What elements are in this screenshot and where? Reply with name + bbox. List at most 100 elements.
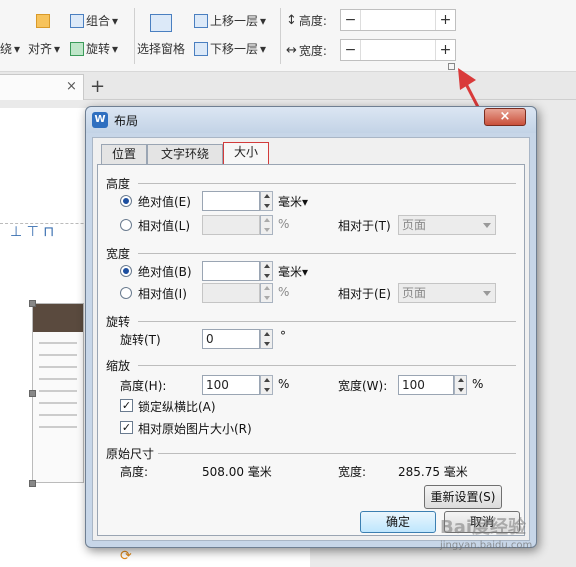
watermark-url: jingyan.baidu.com	[440, 540, 533, 551]
reset-button[interactable]: 重新设置(S)	[424, 485, 502, 509]
resize-handle[interactable]	[29, 300, 36, 307]
layout-dialog: W 布局 × 位置 文字环绕 大小 高度 绝对值(E) 毫米▾ 相对值(L) %…	[85, 106, 537, 548]
original-height-label: 高度:	[120, 465, 149, 479]
tab-text-wrapping[interactable]: 文字环绕	[147, 144, 223, 164]
chevron-down-icon	[483, 223, 491, 228]
lock-aspect-checkbox[interactable]: ✓	[120, 399, 133, 412]
height-relative-to-select[interactable]: 页面	[398, 215, 496, 235]
document-tab[interactable]: ×	[0, 74, 84, 100]
relative-original-checkbox[interactable]: ✓	[120, 421, 133, 434]
height-section-title: 高度	[106, 177, 131, 191]
resize-handle[interactable]	[29, 480, 36, 487]
image-line	[39, 366, 77, 368]
chevron-down-icon: ▾	[14, 41, 21, 56]
original-width-value: 285.75 毫米	[398, 465, 468, 479]
width-relative-spinner[interactable]	[260, 283, 273, 303]
height-absolute-input[interactable]	[202, 191, 260, 211]
height-relative-to-label: 相对于(T)	[338, 219, 391, 233]
width-section-title: 宽度	[106, 247, 131, 261]
selection-pane-icon	[150, 14, 172, 32]
tab-size[interactable]: 大小	[223, 142, 269, 165]
width-absolute-spinner[interactable]	[260, 261, 273, 281]
height-relative-input[interactable]	[202, 215, 260, 235]
image-line	[39, 390, 77, 392]
height-absolute-label: 绝对值(E)	[138, 195, 191, 209]
bring-forward-icon	[194, 13, 208, 28]
send-backward-button[interactable]: 下移一层 ▾	[194, 40, 266, 57]
ok-button[interactable]: 确定	[360, 511, 436, 533]
dialog-titlebar[interactable]: W 布局 ×	[86, 107, 536, 133]
width-increase-button[interactable]: +	[435, 40, 455, 60]
ribbon-divider	[280, 8, 281, 64]
relative-original-label: 相对原始图片大小(R)	[138, 422, 252, 436]
text-wrap-label: 绕	[0, 42, 13, 56]
width-icon: ↔	[286, 43, 297, 58]
scale-height-spinner[interactable]	[260, 375, 273, 395]
group-icon	[70, 13, 84, 28]
width-unit-dropdown[interactable]: 毫米▾	[278, 263, 308, 280]
resize-handle[interactable]	[29, 390, 36, 397]
text-wrap-button[interactable]: 绕 ▾	[0, 40, 20, 57]
width-relative-unit: %	[278, 285, 290, 299]
width-relative-to-value: 页面	[402, 286, 427, 300]
width-absolute-input[interactable]	[202, 261, 260, 281]
ribbon-divider	[134, 8, 135, 64]
section-divider	[138, 253, 516, 254]
close-tab-icon[interactable]: ×	[66, 79, 77, 94]
chevron-down-icon: ▾	[54, 41, 61, 56]
image-line	[39, 402, 77, 404]
align-label: 对齐	[28, 42, 53, 56]
height-relative-label: 相对值(L)	[138, 219, 191, 233]
tab-position[interactable]: 位置	[101, 144, 147, 164]
selection-pane-button[interactable]: 选择窗格	[137, 40, 185, 57]
width-relative-radio[interactable]	[120, 287, 132, 299]
height-increase-button[interactable]: +	[435, 10, 455, 30]
width-decrease-button[interactable]: −	[341, 40, 361, 60]
height-relative-to-value: 页面	[402, 218, 427, 232]
original-height-value: 508.00 毫米	[202, 465, 272, 479]
close-dialog-button[interactable]: ×	[484, 108, 526, 126]
height-decrease-button[interactable]: −	[341, 10, 361, 30]
height-relative-radio[interactable]	[120, 219, 132, 231]
chevron-down-icon: ▾	[260, 41, 267, 56]
scale-height-label: 高度(H):	[120, 379, 167, 393]
new-tab-button[interactable]: +	[90, 76, 105, 97]
scale-width-input[interactable]: 100	[398, 375, 454, 395]
ruler-icon: ⊥ ⊤ ⊓	[10, 224, 55, 240]
rotation-unit: °	[280, 329, 286, 343]
align-button[interactable]: 对齐 ▾	[28, 40, 60, 57]
bring-forward-button[interactable]: 上移一层 ▾	[194, 12, 266, 29]
image-line	[39, 414, 77, 416]
original-width-label: 宽度:	[338, 465, 367, 479]
scale-width-label: 宽度(W):	[338, 379, 388, 393]
rotation-input[interactable]: 0	[202, 329, 260, 349]
image-line	[39, 378, 77, 380]
group-button[interactable]: 组合 ▾	[70, 12, 118, 29]
width-absolute-radio[interactable]	[120, 265, 132, 277]
rotation-spinner[interactable]	[260, 329, 273, 349]
section-divider	[138, 183, 516, 184]
send-backward-label: 下移一层	[210, 42, 259, 56]
scale-width-spinner[interactable]	[454, 375, 467, 395]
height-unit-dropdown[interactable]: 毫米▾	[278, 193, 308, 210]
rotate-button[interactable]: 旋转 ▾	[70, 40, 118, 57]
height-relative-spinner[interactable]	[260, 215, 273, 235]
chevron-down-icon	[483, 291, 491, 296]
chevron-down-icon: ▾	[112, 13, 119, 28]
height-absolute-radio[interactable]	[120, 195, 132, 207]
section-divider	[138, 365, 516, 366]
scale-section-title: 缩放	[106, 359, 131, 373]
width-spinner[interactable]: − +	[340, 39, 456, 61]
rotate-handle-icon[interactable]: ⟳	[120, 548, 132, 564]
original-size-section-title: 原始尺寸	[106, 447, 155, 461]
width-relative-to-select[interactable]: 页面	[398, 283, 496, 303]
height-label: ↕ 高度:	[286, 12, 327, 29]
height-absolute-spinner[interactable]	[260, 191, 273, 211]
inserted-image[interactable]	[32, 303, 84, 483]
width-text: 宽度:	[298, 44, 327, 58]
width-relative-input[interactable]	[202, 283, 260, 303]
scale-height-input[interactable]: 100	[202, 375, 260, 395]
height-spinner[interactable]: − +	[340, 9, 456, 31]
selection-pane-label: 选择窗格	[137, 42, 186, 56]
image-line	[39, 354, 77, 356]
